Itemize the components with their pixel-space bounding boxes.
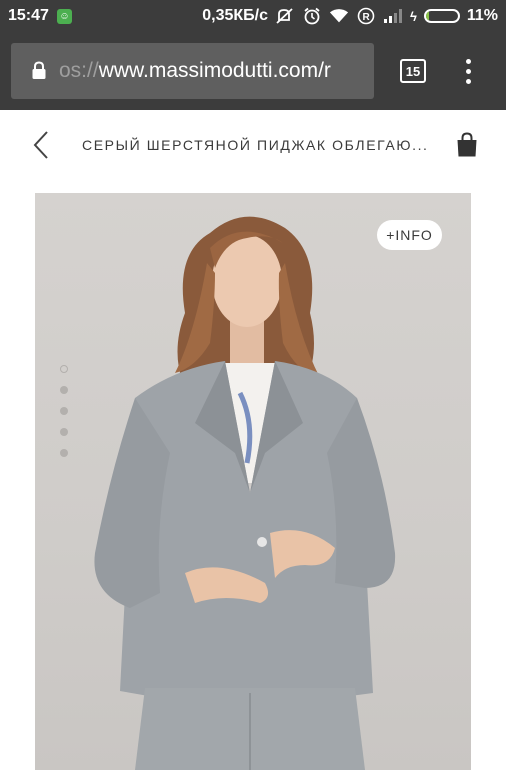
url-host: www.massimodutti.com/r [98, 59, 331, 82]
tab-switcher-button[interactable]: 15 [400, 59, 426, 83]
battery-level [425, 11, 430, 21]
address-bar[interactable]: os://www.massimodutti.com/r [11, 43, 374, 99]
gallery-dot[interactable] [60, 428, 68, 436]
signal-icon [383, 7, 403, 25]
app-notification-icon: ☺ [56, 8, 72, 24]
url-text: os://www.massimodutti.com/r [59, 59, 331, 83]
browser-toolbar: os://www.massimodutti.com/r 15 [0, 32, 506, 110]
charging-icon: ϟ [409, 8, 417, 24]
network-speed: 0,35КБ/с [202, 7, 268, 24]
gallery-indicator[interactable] [60, 365, 68, 457]
overflow-menu-icon[interactable] [462, 58, 474, 84]
gallery-dot[interactable] [60, 386, 68, 394]
back-arrow-icon[interactable] [30, 130, 54, 160]
status-time: 15:47 [8, 7, 49, 24]
status-bar: 15:47 ☺ 0,35КБ/с R ϟ 11% [0, 0, 506, 32]
alarm-icon [302, 7, 322, 25]
info-button[interactable]: +INFO [377, 220, 442, 250]
product-header: СЕРЫЙ ШЕРСТЯНОЙ ПИДЖАК ОБЛЕГАЮ... [0, 110, 506, 180]
wifi-icon [329, 7, 349, 25]
svg-text:R: R [362, 12, 370, 23]
url-scheme: os:// [59, 59, 99, 82]
product-title: СЕРЫЙ ШЕРСТЯНОЙ ПИДЖАК ОБЛЕГАЮ... [82, 137, 429, 153]
gallery-dot[interactable] [60, 365, 68, 373]
mute-icon [275, 7, 295, 25]
gallery-dot[interactable] [60, 449, 68, 457]
roaming-icon: R [356, 7, 376, 25]
battery-icon [423, 9, 460, 23]
model-illustration [94, 216, 396, 770]
status-right: 0,35КБ/с R ϟ 11% [202, 7, 498, 25]
lock-icon [32, 61, 46, 79]
battery-percent: 11% [466, 7, 498, 24]
gallery-dot[interactable] [60, 407, 68, 415]
shopping-bag-icon[interactable] [456, 132, 478, 158]
product-photo[interactable]: +INFO [35, 193, 471, 770]
